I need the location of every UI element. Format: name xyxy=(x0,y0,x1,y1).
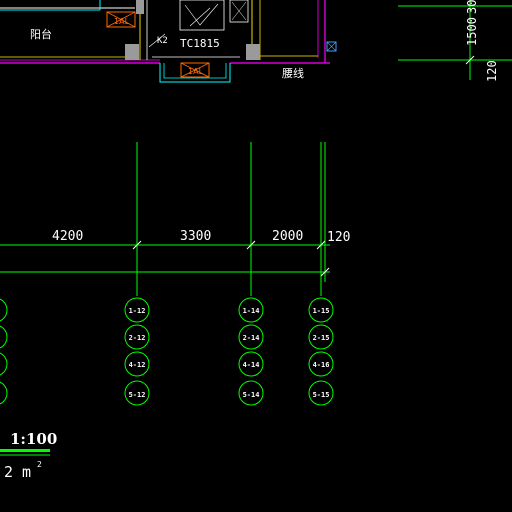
dim-2000: 2000 xyxy=(272,229,303,244)
cad-drawing-canvas: 1AL 1AL 阳台 腰线 TC1815 K2 1500 30 120 4200… xyxy=(0,0,512,512)
area-text: 2 m xyxy=(4,463,31,481)
dim-1500: 1500 xyxy=(465,17,479,46)
axis-label: 5-15 xyxy=(313,391,330,399)
door-tag: K2 xyxy=(157,36,168,46)
axis-label: 5-14 xyxy=(243,391,260,399)
axis-label: 2-15 xyxy=(313,334,330,342)
axis-label: 1-14 xyxy=(243,307,260,315)
dim-3300: 3300 xyxy=(180,229,211,244)
right-dimension-fragment: 1500 30 120 xyxy=(398,0,512,82)
dim-4200: 4200 xyxy=(52,229,83,244)
axis-label: 4-14 xyxy=(243,361,260,369)
dim-120-right: 120 xyxy=(485,60,499,82)
cad-drawing: 1AL 1AL 阳台 腰线 TC1815 K2 1500 30 120 4200… xyxy=(0,0,512,481)
axis-label: 5-12 xyxy=(129,391,146,399)
axis-label: 2-14 xyxy=(243,334,260,342)
balcony-label: 阳台 xyxy=(30,27,52,41)
axis-labels: 1-12 2-12 4-12 5-12 1-14 2-14 4-14 5-14 … xyxy=(129,307,330,399)
window-tag: TC1815 xyxy=(180,37,220,50)
axis-label: 2-12 xyxy=(129,334,146,342)
dim-30-partial: 30 xyxy=(465,0,479,14)
waistline-label: 腰线 xyxy=(282,66,304,80)
dim-120: 120 xyxy=(327,230,350,245)
hidden-box-label-1: 1AL xyxy=(114,17,130,26)
scale-text: 1:100 xyxy=(10,430,57,448)
dimension-chain: 4200 3300 2000 120 xyxy=(0,142,350,296)
axis-bubbles xyxy=(0,297,334,406)
hidden-box-label-2: 1AL xyxy=(188,67,204,76)
axis-label: 4-12 xyxy=(129,361,146,369)
axis-label: 1-12 xyxy=(129,307,146,315)
scale-block: 1:100 2 m 2 xyxy=(0,430,57,481)
axis-label: 4-16 xyxy=(313,361,330,369)
axis-label: 1-15 xyxy=(313,307,330,315)
floor-plan-fragment: 1AL 1AL 阳台 腰线 TC1815 K2 xyxy=(0,0,337,83)
area-superscript: 2 xyxy=(37,460,42,469)
